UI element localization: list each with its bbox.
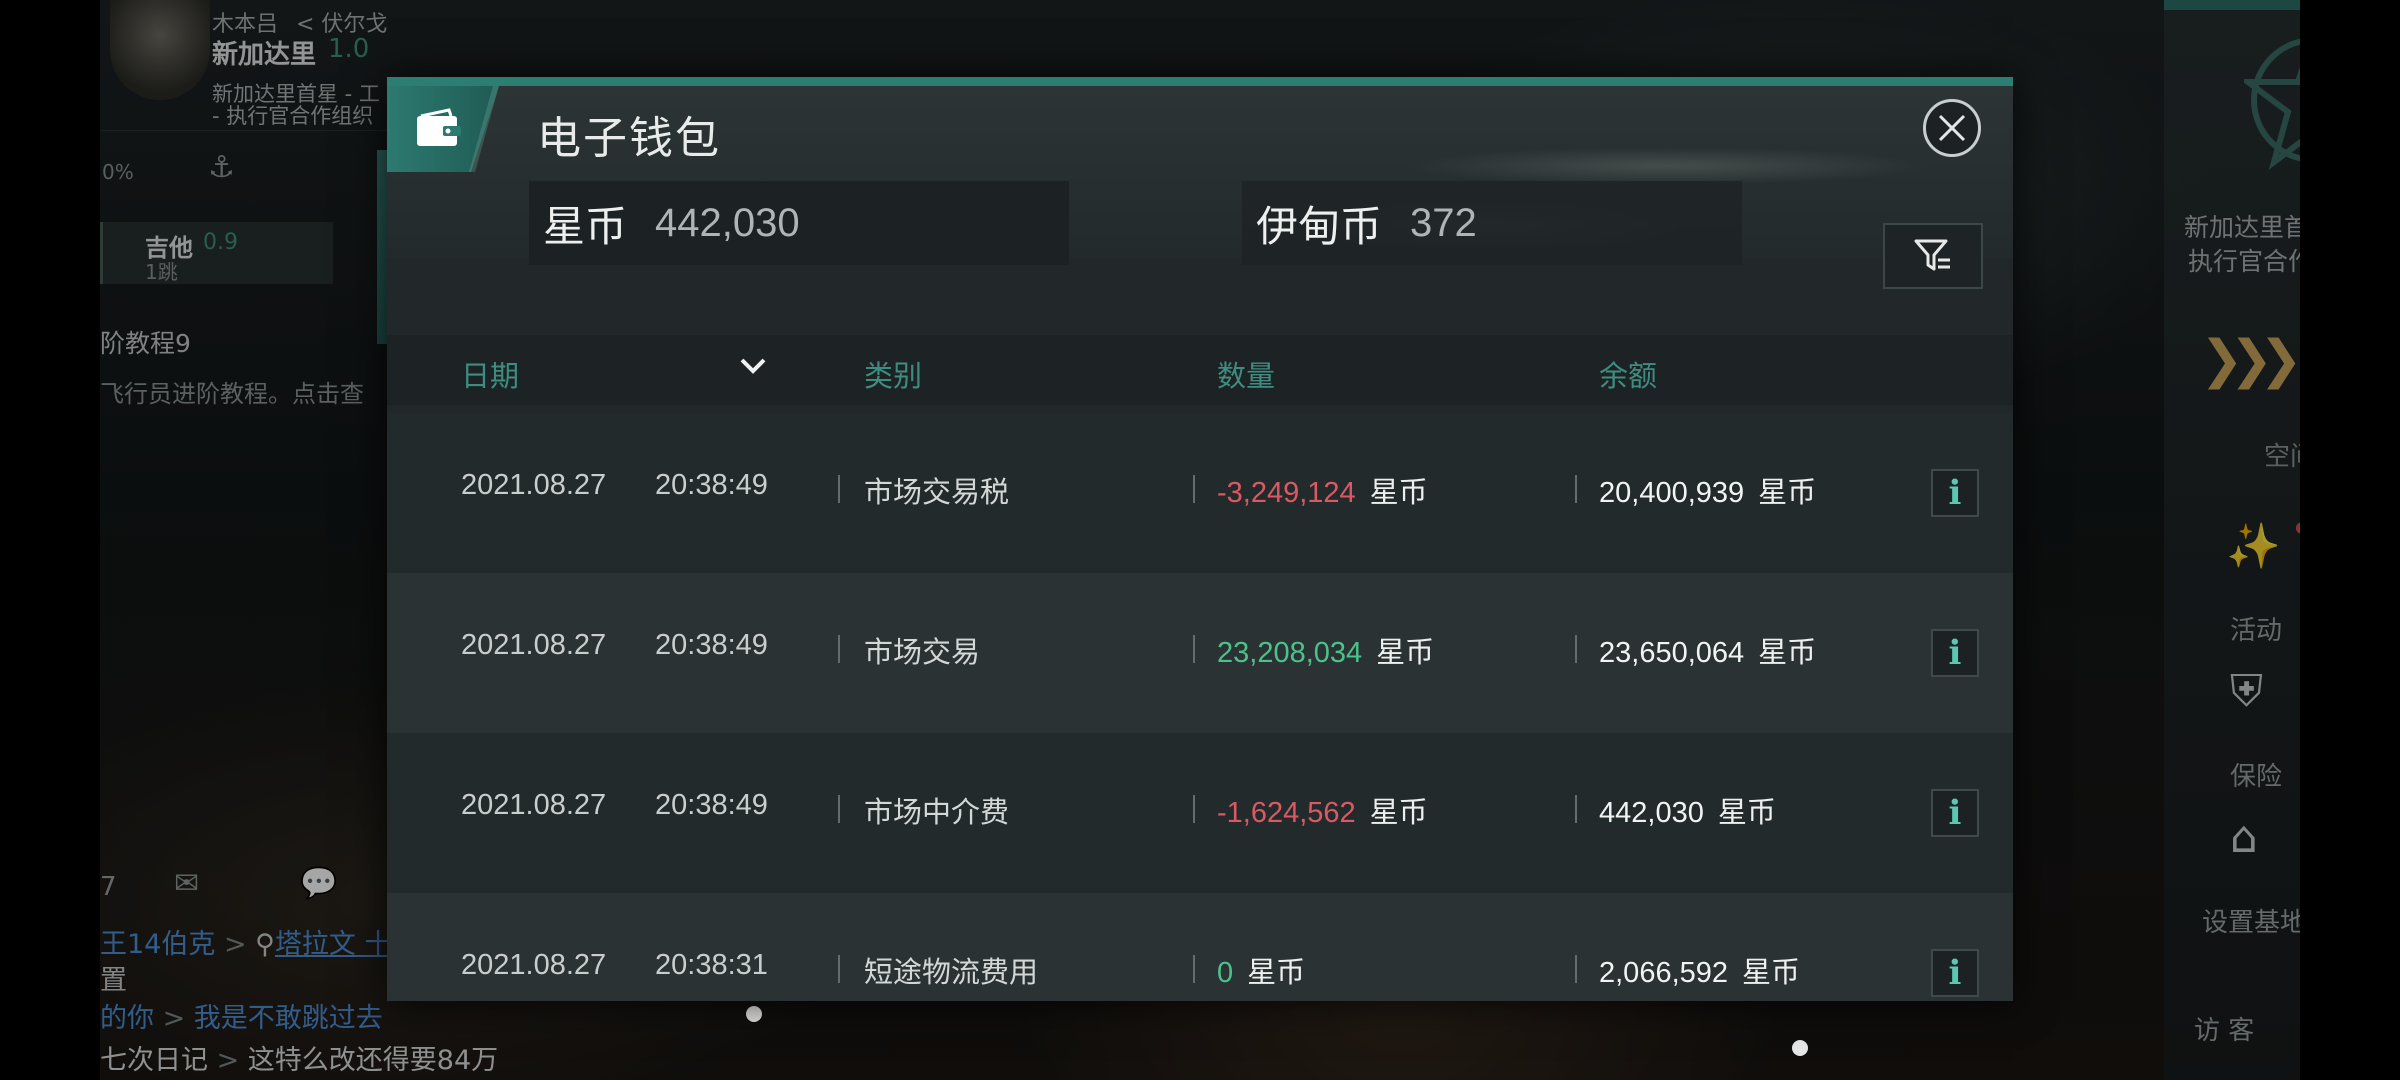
table-row[interactable]: 2021.08.27 20:38:31 短途物流费用 0 星币 2,066,592…	[387, 893, 2013, 1001]
balance-unit: 星币	[1758, 635, 1817, 669]
divider	[838, 795, 840, 823]
row-balance: 23,650,064 星币	[1599, 629, 1816, 671]
divider	[1193, 475, 1195, 503]
info-icon: i	[1948, 953, 1962, 993]
balance-unit: 星币	[1717, 795, 1776, 829]
star-coin-balance: 星币 442,030	[529, 181, 1069, 265]
decor-dot	[1792, 1040, 1808, 1056]
divider	[1575, 475, 1577, 503]
balance-value: 2,066,592	[1599, 957, 1729, 989]
column-amount[interactable]: 数量	[1217, 353, 1275, 395]
column-header-row: 日期 类别 数量 余额	[387, 335, 2013, 405]
table-row[interactable]: 2021.08.27 20:38:49 市场交易 23,208,034 星币 23…	[387, 573, 2013, 733]
info-button[interactable]: i	[1931, 789, 1979, 837]
row-date: 2021.08.27	[461, 469, 607, 501]
column-category[interactable]: 类别	[864, 353, 922, 395]
info-icon: i	[1948, 473, 1962, 513]
row-balance: 442,030 星币	[1599, 789, 1776, 831]
row-time: 20:38:31	[655, 949, 768, 981]
dialog-title: 电子钱包	[537, 113, 721, 164]
divider	[1193, 795, 1195, 823]
balance-value: 23,650,064	[1599, 637, 1745, 669]
row-time: 20:38:49	[655, 629, 768, 661]
amount-unit: 星币	[1376, 635, 1435, 669]
column-balance[interactable]: 余额	[1599, 353, 1657, 395]
row-amount: 23,208,034 星币	[1217, 629, 1434, 671]
column-date[interactable]: 日期	[461, 353, 519, 395]
table-row[interactable]: 2021.08.27 20:38:49 市场交易税 -3,249,124 星币 2…	[387, 413, 2013, 573]
divider	[838, 955, 840, 983]
row-time: 20:38:49	[655, 469, 768, 501]
filter-button[interactable]	[1883, 223, 1983, 289]
amount-unit: 星币	[1369, 475, 1428, 509]
info-icon: i	[1948, 793, 1962, 833]
amount-value: -3,249,124	[1217, 477, 1356, 509]
info-button[interactable]: i	[1931, 469, 1979, 517]
row-category: 市场交易税	[864, 475, 1010, 509]
isk-label: 伊甸币	[1256, 201, 1383, 251]
balance-bar: 星币 442,030 伊甸币 372	[387, 181, 2013, 265]
star-coin-value: 442,030	[655, 200, 800, 245]
amount-unit: 星币	[1247, 955, 1306, 989]
row-date: 2021.08.27	[461, 949, 607, 981]
amount-value: 0	[1217, 957, 1234, 989]
wallet-dialog: 电子钱包 星币 442,030 伊甸币 372 日期 类别 数量 余额 2021…	[387, 77, 2013, 1001]
row-time: 20:38:49	[655, 789, 768, 821]
row-amount: 0 星币	[1217, 949, 1305, 991]
balance-unit: 星币	[1742, 955, 1801, 989]
divider	[838, 475, 840, 503]
amount-value: 23,208,034	[1217, 637, 1363, 669]
row-category: 市场中介费	[864, 795, 1010, 829]
info-button[interactable]: i	[1931, 949, 1979, 997]
divider	[1193, 955, 1195, 983]
balance-unit: 星币	[1758, 475, 1817, 509]
amount-unit: 星币	[1369, 795, 1428, 829]
info-button[interactable]: i	[1931, 629, 1979, 677]
balance-value: 20,400,939	[1599, 477, 1745, 509]
divider	[838, 635, 840, 663]
row-balance: 2,066,592 星币	[1599, 949, 1800, 991]
isk-value: 372	[1410, 200, 1477, 245]
row-date: 2021.08.27	[461, 629, 607, 661]
row-category: 短途物流费用	[864, 955, 1039, 989]
row-balance: 20,400,939 星币	[1599, 469, 1816, 511]
divider	[1575, 955, 1577, 983]
close-icon	[1938, 114, 1966, 142]
chevron-down-icon[interactable]	[738, 354, 768, 382]
balance-value: 442,030	[1599, 797, 1704, 829]
info-icon: i	[1948, 633, 1962, 673]
divider	[1193, 635, 1195, 663]
decor-dot	[746, 1006, 762, 1022]
close-button[interactable]	[1923, 99, 1981, 157]
wallet-icon	[417, 108, 461, 146]
table-row[interactable]: 2021.08.27 20:38:49 市场中介费 -1,624,562 星币 4…	[387, 733, 2013, 893]
divider	[1575, 635, 1577, 663]
row-category: 市场交易	[864, 635, 981, 669]
divider	[1575, 795, 1577, 823]
dialog-accent-line	[387, 77, 2013, 86]
amount-value: -1,624,562	[1217, 797, 1356, 829]
filter-icon	[1914, 239, 1950, 271]
star-coin-label: 星币	[543, 201, 628, 251]
row-date: 2021.08.27	[461, 789, 607, 821]
row-amount: -3,249,124 星币	[1217, 469, 1428, 511]
row-amount: -1,624,562 星币	[1217, 789, 1428, 831]
isk-balance: 伊甸币 372	[1242, 181, 1742, 265]
